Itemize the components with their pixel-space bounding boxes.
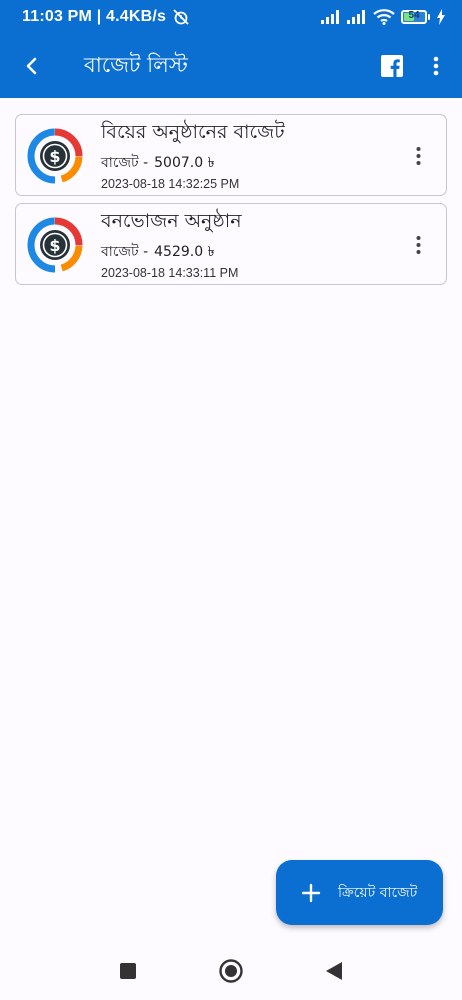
budget-money-chart-icon: $ — [27, 128, 83, 184]
alarm-off-icon — [172, 8, 190, 26]
more-options-button[interactable] — [414, 44, 458, 88]
signal-icon — [321, 10, 341, 24]
budget-card[interactable]: $ বিয়ের অনুষ্ঠানের বাজেট বাজেট -5007.0 … — [15, 114, 447, 196]
back-button[interactable] — [0, 34, 64, 98]
more-vert-icon — [416, 236, 420, 254]
battery-level: 54 — [408, 10, 420, 21]
status-bar: 11:03 PM | 4.4KB/s 54 — [0, 0, 462, 34]
budget-amount: বাজেট -5007.0 ৳ — [101, 155, 215, 171]
more-vert-icon — [416, 147, 420, 165]
facebook-button[interactable] — [370, 44, 414, 88]
budget-money-chart-icon: $ — [27, 217, 83, 273]
budget-name: বিয়ের অনুষ্ঠানের বাজেট — [101, 121, 285, 143]
back-triangle-icon — [326, 962, 342, 980]
home-circle-icon — [219, 959, 243, 983]
budget-list: $ বিয়ের অনুষ্ঠানের বাজেট বাজেট -5007.0 … — [15, 114, 447, 292]
create-budget-button[interactable]: ক্রিয়েট বাজেট — [276, 860, 443, 925]
app-bar: বাজেট লিস্ট — [0, 34, 462, 98]
page-title: বাজেট লিস্ট — [84, 52, 188, 77]
wifi-icon — [373, 9, 395, 25]
more-vert-icon — [433, 56, 439, 76]
back-nav-button[interactable] — [310, 947, 358, 995]
home-button[interactable] — [207, 947, 255, 995]
signal-icon — [347, 10, 367, 24]
budget-card[interactable]: $ বনভোজন অনুষ্ঠান বাজেট -4529.0 ৳ 2023-0… — [15, 203, 447, 285]
svg-text:$: $ — [49, 236, 60, 255]
budget-menu-button[interactable] — [410, 230, 426, 260]
budget-date: 2023-08-18 14:32:25 PM — [101, 177, 240, 191]
plus-icon — [296, 878, 326, 908]
budget-amount: বাজেট -4529.0 ৳ — [101, 244, 215, 260]
facebook-icon — [381, 55, 403, 77]
svg-text:$: $ — [49, 147, 60, 166]
budget-menu-button[interactable] — [410, 141, 426, 171]
battery-icon: 54 — [401, 10, 430, 24]
recents-button[interactable] — [104, 947, 152, 995]
status-time: 11:03 PM | 4.4KB/s — [22, 8, 167, 25]
charging-icon — [436, 9, 446, 25]
back-arrow-icon — [26, 57, 37, 75]
system-nav-bar — [0, 942, 462, 1000]
create-budget-label: ক্রিয়েট বাজেট — [338, 884, 418, 901]
recents-square-icon — [120, 963, 136, 979]
budget-date: 2023-08-18 14:33:11 PM — [101, 266, 239, 280]
budget-name: বনভোজন অনুষ্ঠান — [101, 210, 242, 232]
